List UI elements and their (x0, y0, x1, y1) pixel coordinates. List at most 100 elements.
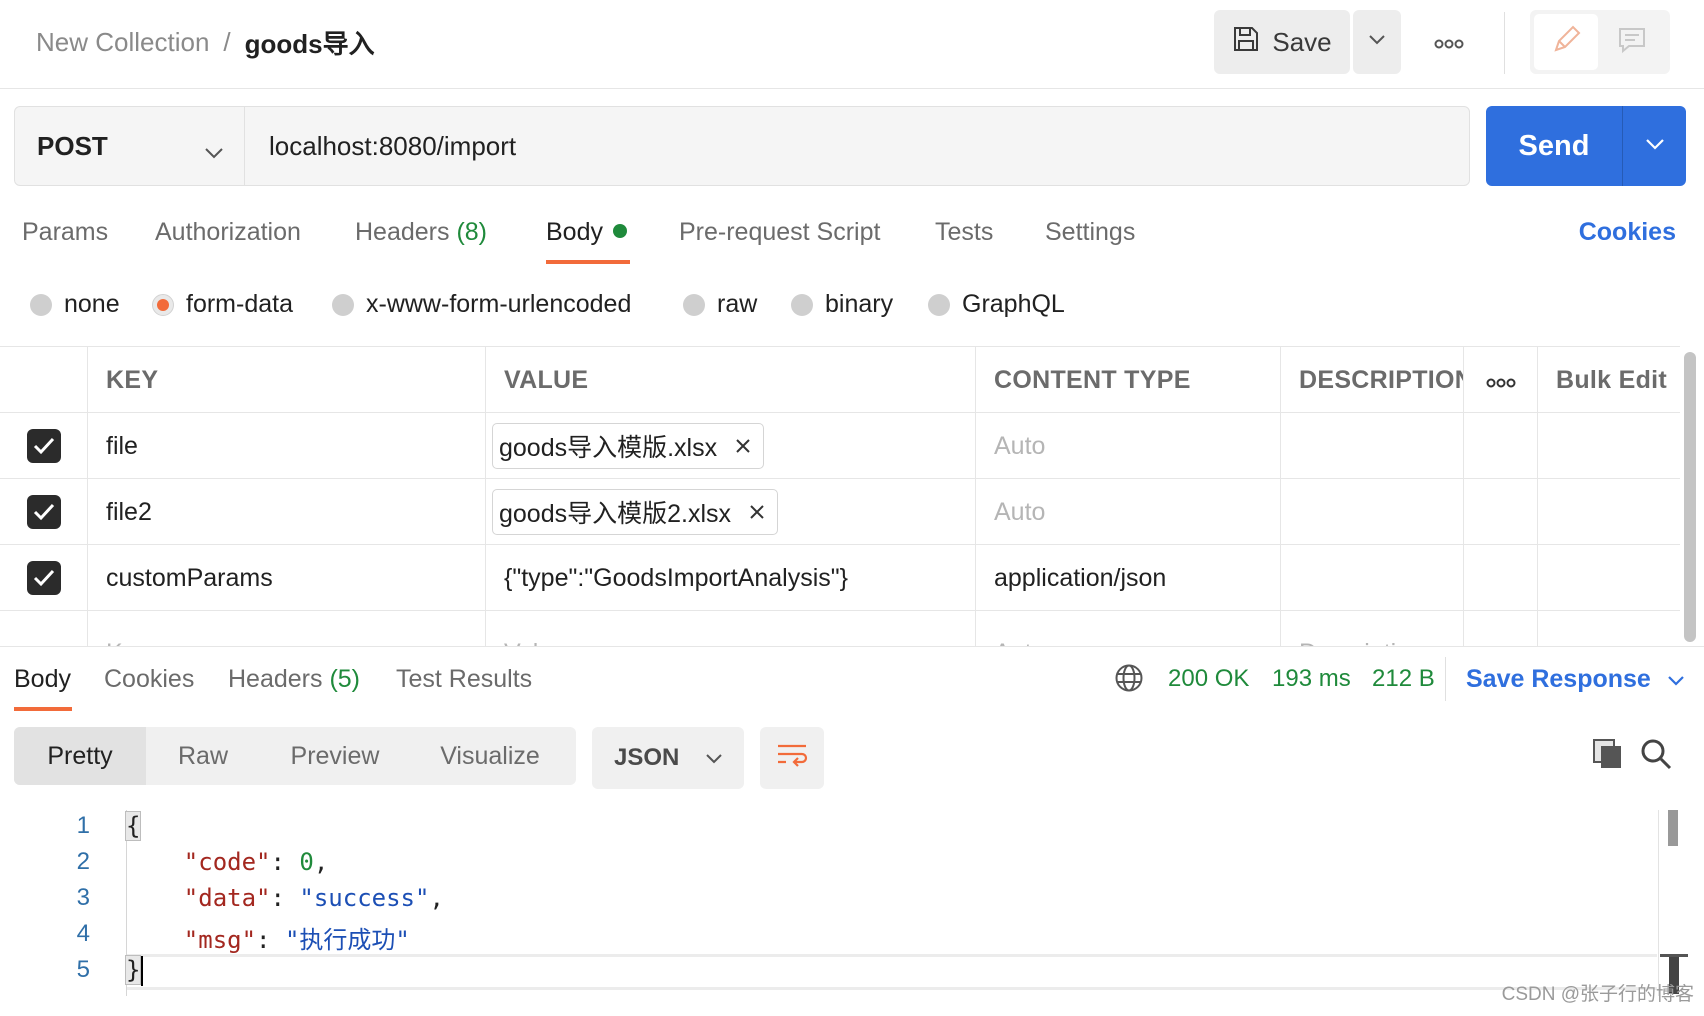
code-line: "data": "success", (183, 884, 444, 912)
save-label: Save (1272, 26, 1332, 57)
chevron-down-icon (204, 135, 224, 166)
radio-dot (30, 293, 52, 316)
line-number: 5 (76, 956, 90, 983)
response-code-editor[interactable]: 1 2 3 4 5 { "code": 0, "data": "success"… (0, 810, 1704, 996)
radio-form-data[interactable]: form-data (152, 290, 293, 319)
close-icon[interactable] (749, 498, 765, 527)
code-line: "msg": "执行成功" (183, 926, 410, 954)
copy-icon[interactable] (1592, 738, 1624, 775)
response-tab-headers[interactable]: Headers (5) (228, 665, 360, 694)
status-code[interactable]: 200 OK (1168, 665, 1249, 693)
radio-x-www-form-urlencoded[interactable]: x-www-form-urlencoded (332, 290, 631, 319)
content-type-cell[interactable]: application/json (976, 545, 1281, 611)
more-actions-button[interactable] (1424, 20, 1474, 64)
select-column-header (0, 347, 88, 413)
radio-none[interactable]: none (30, 290, 120, 319)
url-bar: POST (14, 106, 1470, 186)
view-raw[interactable]: Raw (146, 727, 260, 785)
file-name: goods导入模版.xlsx (499, 434, 718, 462)
row-spacer (1538, 545, 1680, 611)
response-tab-body[interactable]: Body (14, 665, 71, 694)
save-response-button[interactable]: Save Response (1466, 665, 1685, 694)
edit-docs-button[interactable] (1534, 14, 1598, 70)
description-cell[interactable] (1281, 479, 1464, 545)
json-key: "data" (183, 884, 271, 912)
format-select[interactable]: JSON (592, 727, 744, 789)
response-tab-test-results[interactable]: Test Results (396, 665, 532, 694)
editor-scroll-track (1658, 810, 1659, 996)
cookies-link[interactable]: Cookies (1579, 218, 1676, 247)
right-panel-toggle (1530, 10, 1670, 74)
table-scrollbar[interactable] (1684, 352, 1696, 642)
active-tab-indicator (546, 260, 630, 264)
tab-tests[interactable]: Tests (935, 218, 993, 247)
chevron-down-icon (705, 744, 723, 772)
tab-body[interactable]: Body (546, 218, 627, 247)
http-method-select[interactable]: POST (15, 107, 245, 185)
breadcrumb-request-name[interactable]: goods导入 (245, 24, 375, 61)
row-checkbox[interactable] (26, 429, 61, 463)
url-input[interactable] (245, 107, 1469, 185)
tab-params[interactable]: Params (22, 218, 108, 247)
value-cell[interactable]: goods导入模版2.xlsx (486, 479, 976, 545)
radio-graphql[interactable]: GraphQL (928, 290, 1065, 319)
row-checkbox[interactable] (26, 495, 61, 529)
tab-headers[interactable]: Headers (8) (355, 218, 487, 247)
tab-authorization[interactable]: Authorization (155, 218, 301, 247)
content-type-cell[interactable]: Auto (976, 413, 1281, 479)
response-divider (1445, 657, 1446, 701)
view-preview[interactable]: Preview (260, 727, 410, 785)
editor-scrollbar-thumb[interactable] (1668, 810, 1678, 846)
response-tab-cookies[interactable]: Cookies (104, 665, 194, 694)
globe-icon[interactable] (1114, 663, 1144, 698)
chevron-down-icon (1645, 137, 1665, 155)
view-visualize[interactable]: Visualize (410, 727, 570, 785)
radio-dot (791, 293, 813, 316)
view-mode-selector: Pretty Raw Preview Visualize (14, 727, 576, 785)
row-spacer (1464, 611, 1538, 646)
format-label: JSON (614, 744, 680, 771)
value-placeholder[interactable]: Value (486, 611, 976, 646)
json-key: "code" (183, 848, 271, 876)
comments-button[interactable] (1600, 14, 1664, 70)
send-button[interactable]: Send (1486, 106, 1686, 186)
comment-icon (1617, 25, 1647, 60)
tab-pre-request-script[interactable]: Pre-request Script (679, 218, 880, 247)
content-type-placeholder[interactable]: Auto (976, 611, 1281, 646)
line-number: 3 (76, 884, 90, 911)
radio-raw[interactable]: raw (683, 290, 757, 319)
code-line: } (124, 955, 144, 986)
wrap-lines-button[interactable] (760, 727, 824, 789)
response-time[interactable]: 193 ms (1272, 665, 1351, 693)
breadcrumb-collection[interactable]: New Collection (36, 27, 209, 58)
key-cell[interactable]: file2 (88, 479, 486, 545)
content-type-cell[interactable]: Auto (976, 479, 1281, 545)
json-comma: , (429, 884, 444, 912)
column-options-button[interactable] (1464, 347, 1538, 413)
bulk-edit-button[interactable]: Bulk Edit (1538, 347, 1680, 413)
key-cell[interactable]: customParams (88, 545, 486, 611)
response-size[interactable]: 212 B (1372, 665, 1435, 693)
save-options-dropdown[interactable] (1353, 10, 1401, 74)
value-cell[interactable]: goods导入模版.xlsx (486, 413, 976, 479)
active-response-tab-indicator (14, 707, 72, 711)
radio-dot (683, 293, 705, 316)
radio-binary[interactable]: binary (791, 290, 893, 319)
row-checkbox-cell (0, 479, 88, 545)
description-placeholder[interactable]: Description (1281, 611, 1464, 646)
column-header-content-type: CONTENT TYPE (976, 347, 1281, 413)
row-checkbox[interactable] (26, 561, 61, 595)
search-icon[interactable] (1640, 738, 1672, 775)
row-spacer (1538, 479, 1680, 545)
view-pretty[interactable]: Pretty (14, 727, 146, 785)
key-cell[interactable]: file (88, 413, 486, 479)
description-cell[interactable] (1281, 545, 1464, 611)
description-cell[interactable] (1281, 413, 1464, 479)
save-button[interactable]: Save (1214, 10, 1350, 74)
key-placeholder[interactable]: Key (88, 611, 486, 646)
tab-settings[interactable]: Settings (1045, 218, 1135, 247)
send-options-dropdown[interactable] (1623, 106, 1686, 186)
radio-dot (928, 293, 950, 316)
value-cell[interactable]: {"type":"GoodsImportAnalysis"} (486, 545, 976, 611)
close-icon[interactable] (735, 432, 751, 461)
